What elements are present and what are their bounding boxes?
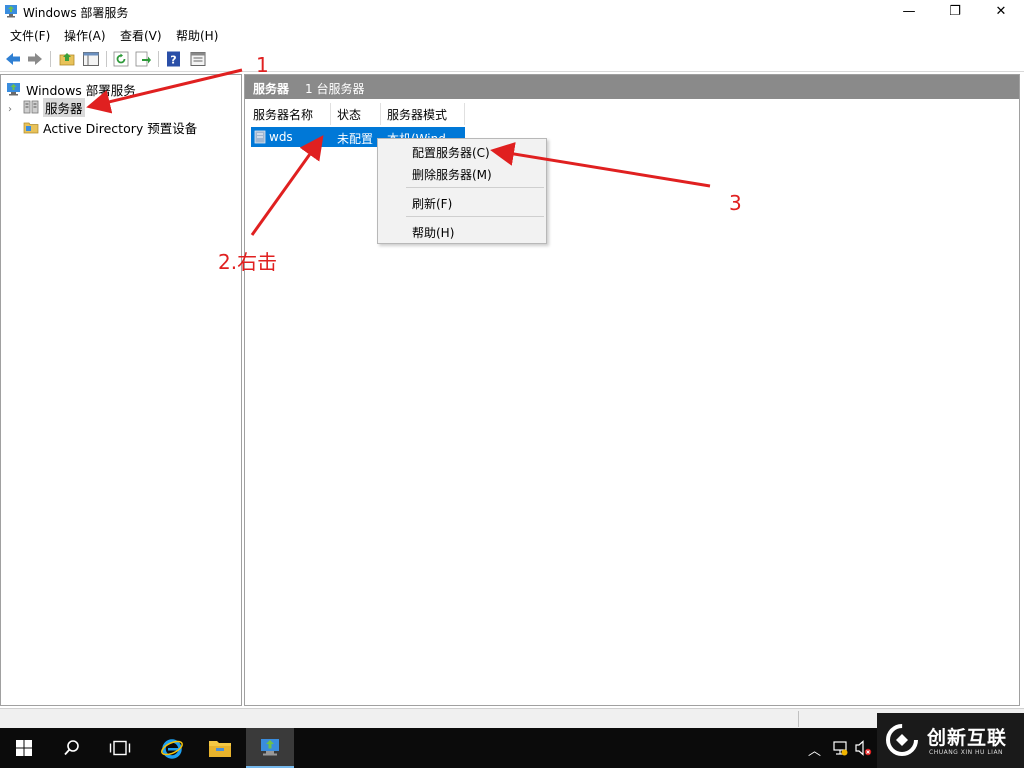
tree-item-ad-prestaged[interactable]: Active Directory 预置设备: [23, 118, 197, 136]
toolbar-separator: [158, 51, 159, 67]
help-icon[interactable]: ?: [165, 50, 183, 68]
file-explorer-button[interactable]: [196, 728, 244, 768]
volume-icon[interactable]: [854, 740, 872, 756]
results-pane: 服务器 1 台服务器 服务器名称 状态 服务器模式 wds 未配置 本机(Win…: [244, 74, 1020, 706]
status-bar: [0, 708, 1024, 728]
export-icon[interactable]: [134, 50, 152, 68]
menu-action[interactable]: 操作(A): [64, 27, 106, 44]
show-hidden-icons-icon[interactable]: ︿: [808, 740, 821, 759]
tree-item-label: Active Directory 预置设备: [43, 120, 198, 136]
menu-file[interactable]: 文件(F): [10, 27, 50, 44]
back-icon[interactable]: [4, 50, 22, 68]
column-header-mode[interactable]: 服务器模式: [381, 103, 465, 125]
taskbar: ︿: [0, 728, 1024, 768]
menu-item-help[interactable]: 帮助(H): [412, 224, 454, 241]
server-row-icon: [254, 130, 266, 144]
show-hide-tree-icon[interactable]: [82, 50, 100, 68]
menu-view[interactable]: 查看(V): [120, 27, 162, 44]
tree-root[interactable]: Windows 部署服务: [6, 80, 136, 98]
maximize-button[interactable]: ❐: [932, 0, 978, 22]
active-directory-folder-icon: [23, 122, 39, 134]
annotation-step-2: 2.右击: [218, 250, 278, 274]
tree-root-label: Windows 部署服务: [26, 82, 136, 98]
task-view-button[interactable]: [96, 728, 144, 768]
minimize-button[interactable]: —: [886, 0, 932, 22]
menu-item-remove-server[interactable]: 删除服务器(M): [412, 166, 492, 183]
file-explorer-icon: [209, 741, 231, 757]
watermark-subtext: CHUANG XIN HU LIAN: [929, 749, 1004, 756]
menu-item-configure-server[interactable]: 配置服务器(C): [412, 144, 490, 161]
status-divider: [798, 711, 799, 727]
results-count: 1 台服务器: [305, 82, 365, 96]
menu-separator: [406, 216, 544, 217]
network-icon[interactable]: [832, 740, 848, 756]
search-icon: [64, 740, 79, 756]
deployment-services-icon: [7, 83, 20, 96]
results-header: 服务器 1 台服务器: [245, 75, 1019, 99]
servers-icon: [23, 100, 39, 114]
window-title: Windows 部署服务: [23, 6, 129, 20]
column-header-status[interactable]: 状态: [331, 103, 381, 125]
watermark-logo-icon: [886, 724, 918, 756]
svg-text:?: ?: [170, 54, 176, 67]
refresh-icon[interactable]: [112, 50, 130, 68]
chevron-right-icon[interactable]: ›: [8, 104, 12, 115]
watermark: 创新互联 CHUANG XIN HU LIAN: [877, 713, 1024, 768]
up-folder-icon[interactable]: [58, 50, 76, 68]
internet-explorer-button[interactable]: [148, 728, 196, 768]
screen: Windows 部署服务 — ❐ ✕ 文件(F) 操作(A) 查看(V) 帮助(…: [0, 0, 1024, 768]
task-view-icon: [109, 740, 131, 756]
watermark-text: 创新互联: [927, 727, 1008, 749]
menu-bar: 文件(F) 操作(A) 查看(V) 帮助(H): [0, 24, 1024, 46]
start-icon: [16, 740, 32, 756]
internet-explorer-icon: [161, 739, 183, 759]
app-icon: [5, 5, 17, 18]
forward-icon[interactable]: [26, 50, 44, 68]
toolbar-separator: [106, 51, 107, 67]
menu-item-refresh[interactable]: 刷新(F): [412, 195, 452, 212]
start-button[interactable]: [0, 728, 48, 768]
wds-taskbar-button[interactable]: [246, 728, 294, 768]
toolbar-separator: [50, 51, 51, 67]
annotation-step-1: 1: [256, 53, 269, 77]
column-header-name[interactable]: 服务器名称: [247, 103, 331, 125]
wds-app-icon: [261, 739, 279, 756]
console-tree: Windows 部署服务: [0, 74, 242, 706]
title-bar: Windows 部署服务 — ❐ ✕: [0, 0, 1024, 23]
annotation-step-3: 3: [729, 191, 742, 215]
search-button[interactable]: [48, 728, 96, 768]
toolbar: ?: [0, 46, 1024, 72]
close-button[interactable]: ✕: [978, 0, 1024, 22]
tree-item-servers[interactable]: 服务器: [23, 97, 85, 117]
results-title: 服务器: [253, 82, 290, 96]
tree-item-label: 服务器: [43, 97, 85, 117]
properties-icon[interactable]: [189, 50, 207, 68]
context-menu: 配置服务器(C) 删除服务器(M) 刷新(F) 帮助(H): [377, 138, 547, 244]
cell-server-name: wds: [269, 130, 293, 144]
menu-separator: [406, 187, 544, 188]
menu-help[interactable]: 帮助(H): [176, 27, 218, 44]
